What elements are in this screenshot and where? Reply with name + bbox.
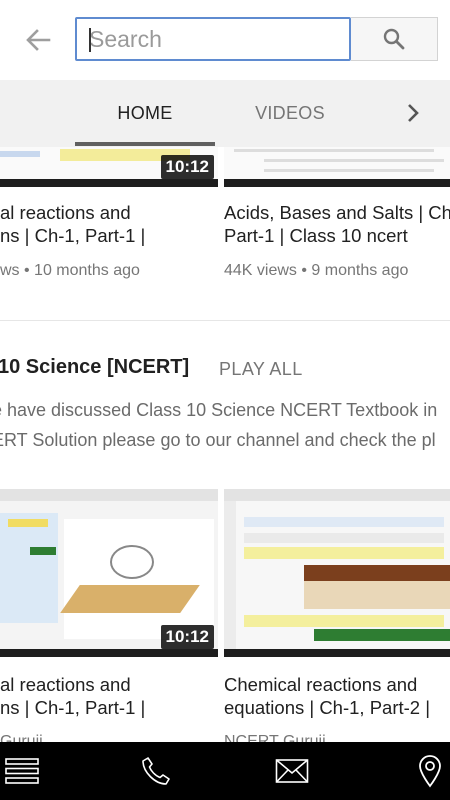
- search-button[interactable]: [351, 17, 438, 61]
- video-title[interactable]: al reactions and ns | Ch-1, Part-1 |: [0, 673, 145, 719]
- video-meta: 44K views • 9 months ago: [224, 262, 409, 279]
- video-thumbnail[interactable]: 10:12: [0, 489, 218, 657]
- video-title-line: ns | Ch-1, Part-1 |: [0, 697, 146, 718]
- menu-icon: [5, 758, 39, 784]
- video-title[interactable]: Chemical reactions and equations | Ch-1,…: [224, 673, 430, 719]
- video-duration: 10:12: [160, 625, 214, 649]
- video-title-line: al reactions and: [0, 202, 131, 223]
- video-title[interactable]: Acids, Bases and Salts | Ch Part-1 | Cla…: [224, 201, 450, 247]
- video-title-line: ns | Ch-1, Part-1 |: [0, 225, 146, 246]
- location-pin-icon: [419, 755, 441, 788]
- search-icon: [383, 28, 405, 50]
- video-meta: ws • 10 months ago: [0, 262, 140, 279]
- app-header: [0, 0, 450, 80]
- video-title[interactable]: al reactions and ns | Ch-1, Part-1 |: [0, 201, 145, 247]
- playlist-description: e have discussed Class 10 Science NCERT …: [0, 400, 438, 420]
- chevron-right-icon: [408, 104, 419, 122]
- video-thumbnail[interactable]: [224, 147, 450, 187]
- video-thumbnail[interactable]: 10:12: [0, 147, 218, 187]
- playlist-title[interactable]: 10 Science [NCERT]: [0, 356, 189, 379]
- tab-home[interactable]: HOME: [75, 80, 215, 147]
- tab-bar: HOME VIDEOS: [0, 80, 450, 147]
- phone-icon: [142, 757, 170, 785]
- video-duration: 10:12: [160, 155, 214, 179]
- video-title-line: Chemical reactions and: [224, 674, 418, 695]
- location-button[interactable]: [400, 742, 450, 800]
- mail-button[interactable]: [262, 742, 322, 800]
- video-title-line: Part-1 | Class 10 ncert: [224, 225, 408, 246]
- playlist-description: ERT Solution please go to our channel an…: [0, 430, 436, 450]
- mail-icon: [275, 759, 309, 783]
- search-input[interactable]: [75, 17, 351, 61]
- video-title-line: equations | Ch-1, Part-2 |: [224, 697, 431, 718]
- menu-button[interactable]: [0, 742, 52, 800]
- play-all-button[interactable]: PLAY ALL: [219, 359, 303, 380]
- tab-videos[interactable]: VIDEOS: [220, 80, 360, 147]
- back-arrow-icon: [26, 29, 51, 51]
- phone-button[interactable]: [126, 742, 186, 800]
- tabs-next-button[interactable]: [398, 95, 428, 131]
- section-divider: [0, 320, 450, 321]
- video-title-line: al reactions and: [0, 674, 131, 695]
- bottom-navigation: [0, 742, 450, 800]
- tab-home-indicator: [75, 142, 215, 146]
- video-title-line: Acids, Bases and Salts | Ch: [224, 202, 450, 223]
- back-button[interactable]: [18, 22, 58, 58]
- video-thumbnail[interactable]: [224, 489, 450, 657]
- text-cursor: [89, 28, 91, 52]
